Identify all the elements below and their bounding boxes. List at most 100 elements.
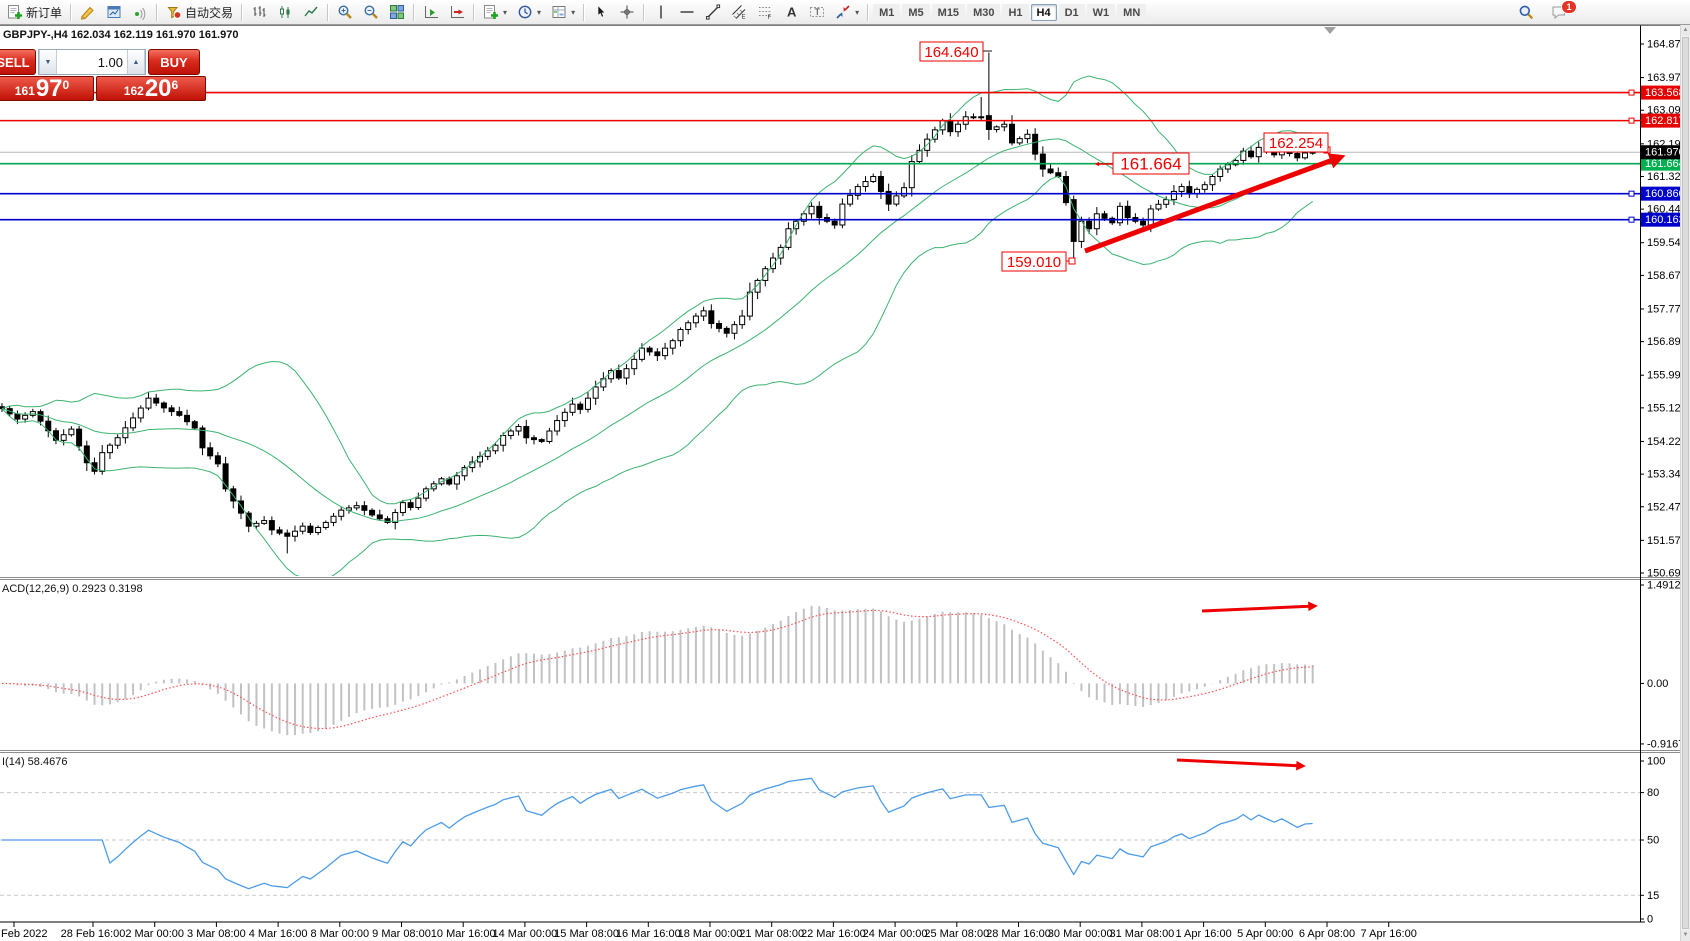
chart-scrollbar[interactable]: ▲ ▼ — [1680, 25, 1690, 941]
sell-button[interactable]: SELL — [0, 49, 36, 75]
cursor-button[interactable] — [589, 2, 613, 23]
time-axis-label: 2 Mar 00:00 — [125, 928, 184, 940]
horizontal-line-button[interactable] — [675, 2, 699, 23]
line-chart-icon — [303, 4, 319, 20]
timeframe-m5[interactable]: M5 — [902, 4, 929, 21]
svg-text:160.860: 160.860 — [1645, 188, 1685, 200]
timeframe-w1[interactable]: W1 — [1087, 4, 1116, 21]
sell-price-big: 97 — [36, 77, 63, 100]
auto-trading-button[interactable]: 自动交易 — [162, 2, 237, 23]
text-icon: A — [783, 4, 799, 20]
vertical-line-button[interactable] — [649, 2, 673, 23]
sell-price-display[interactable]: 161 97 0 — [0, 76, 94, 101]
trendline-icon — [705, 4, 721, 20]
svg-text:80: 80 — [1647, 787, 1659, 799]
macd-layer — [2, 606, 1313, 735]
scrollbar-thumb[interactable] — [1682, 37, 1689, 929]
text-label-button[interactable]: T — [805, 2, 829, 23]
line-endpoint-marker — [1629, 118, 1634, 123]
toolbar-separator — [473, 4, 475, 21]
volume-increase-button[interactable]: ▲ — [127, 50, 145, 74]
one-click-trading-panel: SELL ▼ ▲ BUY 161 97 0 162 20 6 — [0, 49, 208, 101]
time-axis-label: 28 Mar 16:00 — [986, 928, 1051, 940]
signals-button[interactable] — [128, 2, 152, 23]
svg-text:162.817: 162.817 — [1645, 115, 1685, 127]
main-chart-layer — [0, 53, 1640, 581]
timeframe-mn[interactable]: MN — [1117, 4, 1146, 21]
annotations-layer[interactable]: 164.640161.664162.254159.010 — [920, 42, 1341, 766]
buy-price-sup: 6 — [172, 78, 179, 92]
time-axis-label: 21 Mar 08:00 — [739, 928, 804, 940]
timeframe-d1[interactable]: D1 — [1059, 4, 1085, 21]
svg-text:E: E — [742, 15, 746, 21]
svg-text:A: A — [787, 5, 797, 20]
buy-price-big: 20 — [145, 77, 172, 100]
svg-text:1.4912: 1.4912 — [1647, 580, 1681, 592]
tile-windows-icon — [389, 4, 405, 20]
volume-decrease-button[interactable]: ▼ — [39, 50, 57, 74]
signal-icon — [132, 4, 148, 20]
hline-icon — [679, 4, 695, 20]
chart-shift-marker[interactable] — [1324, 27, 1336, 34]
indicators-button[interactable]: ▾ — [479, 2, 511, 23]
bollinger-middle-band — [2, 139, 1313, 522]
time-axis-label: 5 Apr 00:00 — [1237, 928, 1293, 940]
svg-text:163.568: 163.568 — [1645, 87, 1685, 99]
svg-text:50: 50 — [1647, 835, 1659, 847]
time-axis-label: 1 Apr 16:00 — [1175, 928, 1231, 940]
timeframe-h1[interactable]: H1 — [1002, 4, 1028, 21]
templates-icon — [551, 4, 567, 20]
fibonacci-button[interactable]: F — [753, 2, 777, 23]
search-button[interactable] — [1514, 1, 1538, 22]
bars-chart-button[interactable] — [247, 2, 271, 23]
crosshair-button[interactable] — [615, 2, 639, 23]
timeframe-m30[interactable]: M30 — [967, 4, 1000, 21]
vline-icon — [653, 4, 669, 20]
scroll-up-button[interactable]: ▲ — [1681, 25, 1690, 36]
macd-indicator-label: ACD(12,26,9) 0.2923 0.3198 — [2, 583, 143, 595]
timeframe-m15[interactable]: M15 — [932, 4, 965, 21]
timeframe-m1[interactable]: M1 — [873, 4, 900, 21]
svg-text:F: F — [768, 15, 772, 20]
tile-windows-button[interactable] — [385, 2, 409, 23]
trendline-button[interactable] — [701, 2, 725, 23]
channel-icon: E — [731, 4, 747, 20]
toolbar-right-group: 1 — [1513, 1, 1572, 22]
new-chart-button[interactable] — [102, 2, 126, 23]
zoom-in-button[interactable] — [333, 2, 357, 23]
price-annotation-text: 161.664 — [1120, 155, 1181, 174]
scroll-down-button[interactable]: ▼ — [1681, 930, 1690, 941]
auto-scroll-button[interactable] — [419, 2, 443, 23]
candlestick-chart-button[interactable] — [273, 2, 297, 23]
svg-text:161.664: 161.664 — [1645, 158, 1685, 170]
svg-text:0.00: 0.00 — [1647, 678, 1668, 690]
time-axis-label: 10 Mar 16:00 — [431, 928, 496, 940]
time-axis-label: 30 Mar 00:00 — [1048, 928, 1113, 940]
toolbar-separator — [327, 4, 329, 21]
buy-price-display[interactable]: 162 20 6 — [96, 76, 206, 101]
new-order-button[interactable]: 新订单 — [3, 2, 66, 23]
buy-button[interactable]: BUY — [148, 49, 200, 75]
line-endpoint-marker — [1629, 90, 1634, 95]
line-chart-button[interactable] — [299, 2, 323, 23]
notifications-button[interactable]: 1 — [1547, 1, 1571, 22]
chart-shift-button[interactable] — [445, 2, 469, 23]
arrows-button[interactable]: ▾ — [831, 2, 863, 23]
timeframe-h4[interactable]: H4 — [1031, 4, 1057, 21]
time-axis-label: 16 Mar 16:00 — [616, 928, 681, 940]
fibonacci-icon: F — [757, 4, 773, 20]
text-button[interactable]: A — [779, 2, 803, 23]
toolbar-separator — [867, 4, 869, 21]
periods-button[interactable]: ▾ — [513, 2, 545, 23]
svg-text:15: 15 — [1647, 890, 1659, 902]
chart-canvas[interactable]: 164.870163.970163.095162.195161.320160.4… — [0, 0, 1690, 941]
zoom-out-button[interactable] — [359, 2, 383, 23]
price-annotation-text: 164.640 — [924, 44, 978, 61]
time-axis-label: 18 Mar 00:00 — [678, 928, 743, 940]
crayon-button[interactable] — [76, 2, 100, 23]
templates-button[interactable]: ▾ — [547, 2, 579, 23]
volume-input[interactable] — [57, 50, 127, 74]
chart-shift-icon — [449, 4, 465, 20]
notification-badge: 1 — [1561, 0, 1577, 14]
equidistant-channel-button[interactable]: E — [727, 2, 751, 23]
